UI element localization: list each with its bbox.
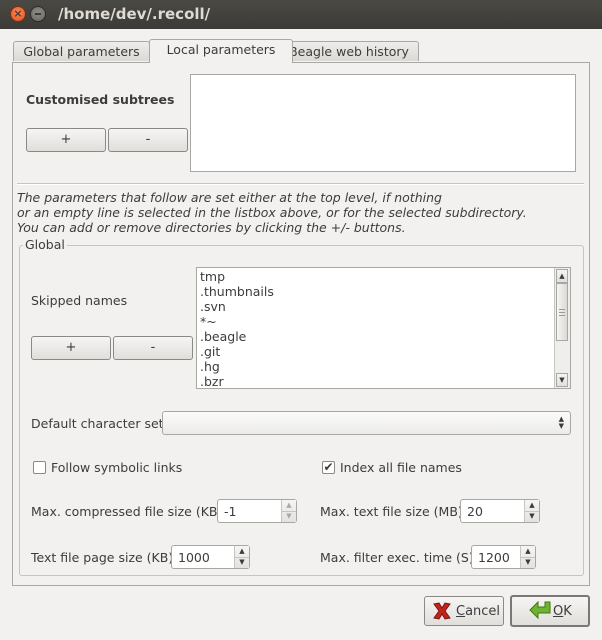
cancel-label: ancel bbox=[465, 604, 501, 619]
minimize-window-button[interactable] bbox=[30, 6, 46, 22]
max-filter-spinbox[interactable]: 1200 ▲ ▼ bbox=[471, 545, 536, 569]
info-line: You can add or remove directories by cli… bbox=[17, 220, 406, 235]
remove-subtree-button[interactable]: - bbox=[108, 128, 188, 152]
spin-down-icon[interactable]: ▼ bbox=[525, 511, 539, 522]
close-window-button[interactable]: × bbox=[10, 6, 26, 22]
follow-links-label: Follow symbolic links bbox=[51, 460, 183, 475]
scrollbar-thumb[interactable] bbox=[556, 283, 568, 341]
list-item[interactable]: tmp bbox=[200, 269, 274, 284]
checkmark-icon: ✔ bbox=[323, 460, 334, 474]
add-subtree-button[interactable]: + bbox=[26, 128, 106, 152]
scroll-up-arrow-icon[interactable]: ▲ bbox=[556, 269, 568, 283]
tab-global-parameters[interactable]: Global parameters bbox=[13, 41, 150, 61]
charset-label: Default character set bbox=[31, 416, 164, 431]
ok-arrow-icon bbox=[529, 600, 551, 620]
cancel-mnemonic: C bbox=[456, 604, 466, 619]
info-line: or an empty line is selected in the list… bbox=[17, 205, 527, 220]
skipped-names-listbox[interactable]: tmp .thumbnails .svn *~ .beagle .git .hg… bbox=[196, 267, 571, 389]
list-item[interactable]: .thumbnails bbox=[200, 284, 274, 299]
max-text-value: 20 bbox=[467, 504, 483, 519]
tab-beagle-web-history[interactable]: Beagle web history bbox=[279, 41, 419, 61]
ok-button[interactable]: OK bbox=[510, 595, 590, 627]
info-line: The parameters that follow are set eithe… bbox=[17, 190, 442, 205]
max-compressed-value: -1 bbox=[224, 504, 237, 519]
close-icon: × bbox=[13, 7, 23, 20]
add-skipped-name-button[interactable]: + bbox=[31, 336, 111, 360]
page-size-label: Text file page size (KB) bbox=[31, 550, 174, 565]
separator bbox=[17, 183, 584, 185]
list-item[interactable]: .svn bbox=[200, 299, 274, 314]
global-group-title: Global bbox=[23, 237, 67, 252]
spin-down-icon[interactable]: ▼ bbox=[521, 557, 535, 568]
skipped-names-label: Skipped names bbox=[31, 293, 128, 308]
ok-mnemonic: O bbox=[553, 604, 564, 619]
max-filter-label: Max. filter exec. time (S) bbox=[320, 550, 474, 565]
remove-skipped-name-button[interactable]: - bbox=[113, 336, 193, 360]
spin-down-icon[interactable]: ▼ bbox=[235, 557, 249, 568]
info-text: The parameters that follow are set eithe… bbox=[17, 190, 527, 235]
max-text-label: Max. text file size (MB) bbox=[320, 504, 463, 519]
cancel-x-icon bbox=[433, 602, 451, 620]
title-bar: × /home/dev/.recoll/ bbox=[0, 0, 602, 29]
combo-updown-icon: ▲ ▼ bbox=[558, 415, 564, 430]
subtrees-listbox[interactable] bbox=[190, 74, 576, 172]
vertical-scrollbar[interactable]: ▲ ▼ bbox=[554, 268, 570, 388]
follow-links-checkbox[interactable] bbox=[33, 461, 46, 474]
cancel-button[interactable]: Cancel bbox=[424, 596, 504, 626]
ok-label: K bbox=[563, 604, 572, 619]
list-item[interactable]: .hg bbox=[200, 359, 274, 374]
max-compressed-label: Max. compressed file size (KB) bbox=[31, 504, 223, 519]
page-size-value: 1000 bbox=[178, 550, 210, 565]
page-size-spinbox[interactable]: 1000 ▲ ▼ bbox=[171, 545, 250, 569]
charset-combobox[interactable]: ▲ ▼ bbox=[162, 411, 571, 435]
list-item[interactable]: .git bbox=[200, 344, 274, 359]
scroll-down-arrow-icon[interactable]: ▼ bbox=[556, 373, 568, 387]
max-text-spinbox[interactable]: 20 ▲ ▼ bbox=[460, 499, 540, 523]
index-all-checkbox[interactable]: ✔ bbox=[322, 461, 335, 474]
spin-down-icon[interactable]: ▼ bbox=[282, 511, 296, 522]
tab-local-parameters[interactable]: Local parameters bbox=[149, 39, 293, 63]
max-compressed-spinbox[interactable]: -1 ▲ ▼ bbox=[217, 499, 297, 523]
list-item[interactable]: *~ bbox=[200, 314, 274, 329]
max-filter-value: 1200 bbox=[478, 550, 510, 565]
index-all-label: Index all file names bbox=[340, 460, 462, 475]
list-item[interactable]: .beagle bbox=[200, 329, 274, 344]
subtrees-label: Customised subtrees bbox=[26, 92, 175, 107]
list-item[interactable]: .bzr bbox=[200, 374, 274, 388]
window-title: /home/dev/.recoll/ bbox=[58, 5, 211, 23]
